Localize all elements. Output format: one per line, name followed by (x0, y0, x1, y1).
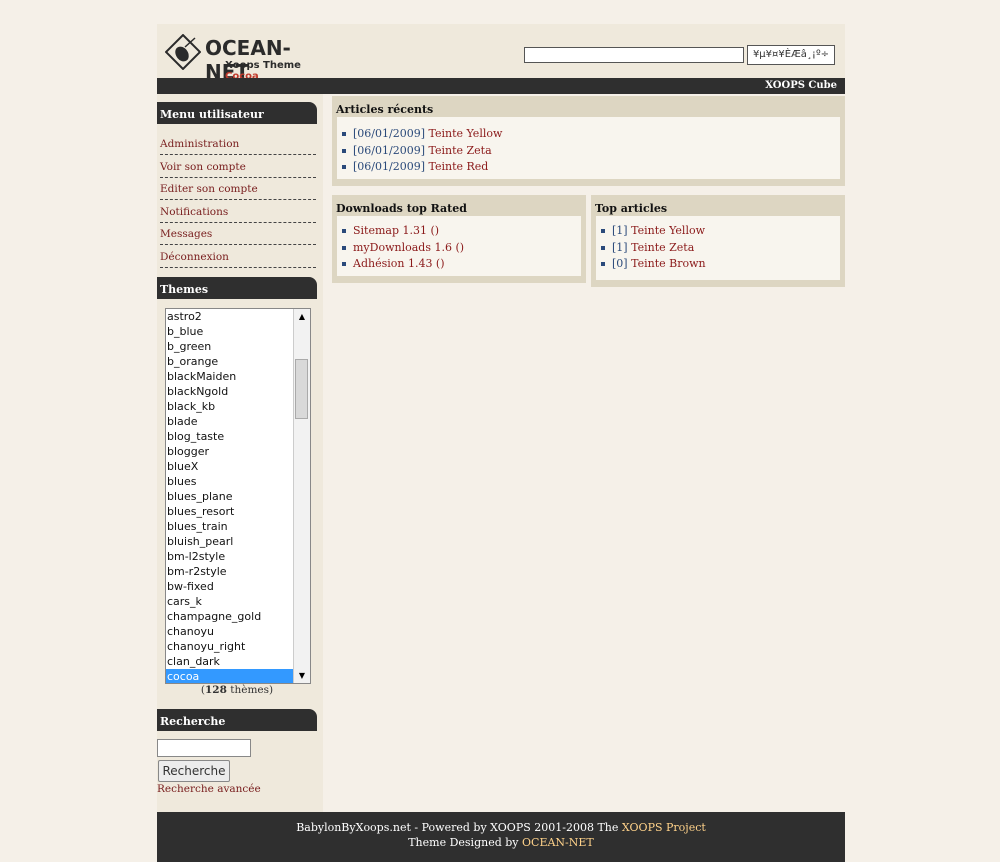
theme-option[interactable]: bm-r2style (166, 564, 293, 579)
user-menu-item[interactable]: Messages (160, 222, 316, 246)
downloads-title: Downloads top Rated (336, 202, 467, 215)
download-link[interactable]: Adhésion 1.43 () (353, 257, 445, 270)
top-bar-label: XOOPS Cube (765, 80, 837, 91)
top-articles-list: [1] Teinte Yellow [1] Teinte Zeta [0] Tein… (596, 216, 840, 273)
top-bar: XOOPS Cube (157, 78, 845, 94)
footer-line-1: BabylonByXoops.net - Powered by XOOPS 20… (157, 821, 845, 834)
article-date: [06/01/2009] (353, 127, 425, 140)
article-date: [06/01/2009] (353, 143, 425, 157)
themes-title: Themes (157, 277, 317, 299)
list-item: Sitemap 1.31 () (337, 223, 581, 240)
theme-option[interactable]: b_blue (166, 324, 293, 339)
user-menu-item[interactable]: Administration (160, 132, 316, 155)
search-button[interactable]: Recherche (158, 760, 230, 782)
list-item: [0] Teinte Brown (596, 256, 840, 273)
user-menu-item[interactable]: Editer son compte (160, 177, 316, 201)
theme-option[interactable]: black_kb (166, 399, 293, 414)
footer-xoops-link[interactable]: XOOPS Project (622, 821, 706, 834)
recent-articles-title: Articles récents (336, 103, 434, 116)
downloads-list: Sitemap 1.31 () myDownloads 1.6 () Adhésio… (337, 216, 581, 273)
theme-count-value: 128 (204, 684, 227, 696)
search-input[interactable] (157, 739, 251, 757)
scroll-up-icon[interactable]: ▲ (294, 309, 310, 324)
recent-articles-block: Articles récents [06/01/2009] Teinte Yel… (332, 96, 845, 186)
list-item: [1] Teinte Yellow (596, 223, 840, 240)
page: OCEAN-NET Xoops Theme Cocoa ¥µ¥¤¥ÈÆâ¸¡º÷… (157, 0, 845, 862)
downloads-block: Downloads top Rated Sitemap 1.31 () myDow… (332, 195, 586, 283)
footer: BabylonByXoops.net - Powered by XOOPS 20… (157, 812, 845, 862)
theme-option[interactable]: chanoyu (166, 624, 293, 639)
recent-articles-body: [06/01/2009] Teinte Yellow [06/01/2009] T… (337, 117, 840, 179)
top-articles-body: [1] Teinte Yellow [1] Teinte Zeta [0] Tein… (596, 216, 840, 280)
footer-line-2: Theme Designed by OCEAN-NET (157, 836, 845, 849)
theme-option[interactable]: blade (166, 414, 293, 429)
list-item: [06/01/2009] Teinte Zeta (337, 143, 840, 160)
theme-option[interactable]: b_orange (166, 354, 293, 369)
theme-option[interactable]: blackMaiden (166, 369, 293, 384)
theme-option[interactable]: bm-l2style (166, 549, 293, 564)
theme-option[interactable]: blog_taste (166, 429, 293, 444)
theme-option[interactable]: blogger (166, 444, 293, 459)
user-menu-item[interactable]: Voir son compte (160, 155, 316, 178)
theme-option[interactable]: champagne_gold (166, 609, 293, 624)
theme-select[interactable]: astro2 b_blue b_green b_orange blackMaiden bl… (165, 308, 311, 684)
theme-option[interactable]: cars_k (166, 594, 293, 609)
downloads-body: Sitemap 1.31 () myDownloads 1.6 () Adhésio… (337, 216, 581, 276)
list-item: [06/01/2009] Teinte Red (337, 159, 840, 176)
list-item: [06/01/2009] Teinte Yellow (337, 126, 840, 143)
theme-option[interactable]: blues_plane (166, 489, 293, 504)
theme-scrollbar[interactable]: ▲ ▼ (293, 309, 310, 683)
theme-option[interactable]: blackNgold (166, 384, 293, 399)
theme-option[interactable]: bluish_pearl (166, 534, 293, 549)
top-articles-block: Top articles [1] Teinte Yellow [1] Teinte… (591, 195, 845, 287)
theme-option[interactable]: blues_train (166, 519, 293, 534)
advanced-search-link[interactable]: Recherche avancée (157, 783, 261, 795)
theme-options: astro2 b_blue b_green b_orange blackMaiden bl… (166, 309, 310, 683)
theme-option[interactable]: blues_resort (166, 504, 293, 519)
user-menu-item[interactable]: Déconnexion (160, 245, 316, 268)
list-item: myDownloads 1.6 () (337, 240, 581, 257)
footer-oceannet-link[interactable]: OCEAN-NET (522, 836, 594, 849)
list-item: [1] Teinte Zeta (596, 240, 840, 257)
search-block-title: Recherche (157, 709, 317, 731)
article-link[interactable]: Teinte Yellow (428, 127, 502, 140)
theme-option[interactable]: blueX (166, 459, 293, 474)
site-search-input[interactable] (524, 47, 744, 63)
article-link[interactable]: Teinte Red (428, 160, 488, 173)
theme-option[interactable]: cocoa (166, 669, 293, 683)
recent-articles-list: [06/01/2009] Teinte Yellow [06/01/2009] T… (337, 117, 840, 176)
top-articles-title: Top articles (595, 202, 668, 215)
user-menu-item[interactable]: Notifications (160, 200, 316, 223)
article-rank: [1] (612, 224, 628, 237)
article-rank: [0] (612, 257, 628, 270)
theme-option[interactable]: astro2 (166, 309, 293, 324)
logo-mouse-icon (165, 34, 201, 70)
header: OCEAN-NET Xoops Theme Cocoa ¥µ¥¤¥ÈÆâ¸¡º÷ (157, 24, 845, 84)
theme-option[interactable]: bw-fixed (166, 579, 293, 594)
theme-option[interactable]: clan_dark (166, 654, 293, 669)
article-link[interactable]: Teinte Yellow (631, 224, 705, 237)
download-link[interactable]: myDownloads 1.6 () (353, 241, 464, 254)
user-menu-title: Menu utilisateur (157, 102, 317, 124)
article-link[interactable]: Teinte Brown (631, 257, 706, 270)
logo-sub-prefix: Xoops Theme (225, 60, 301, 71)
scroll-down-icon[interactable]: ▼ (294, 668, 310, 683)
theme-count-suffix: thèmes (226, 684, 269, 696)
site-search-button[interactable]: ¥µ¥¤¥ÈÆâ¸¡º÷ (747, 45, 835, 65)
article-rank: [1] (612, 240, 628, 254)
left-sidebar: Menu utilisateur Administration Voir son … (157, 94, 323, 812)
scroll-thumb[interactable] (295, 359, 308, 419)
footer-text-2: Theme Designed by (408, 836, 523, 849)
list-item: Adhésion 1.43 () (337, 256, 581, 273)
logo[interactable]: OCEAN-NET Xoops Theme Cocoa (165, 32, 325, 84)
theme-count: (128 thèmes) (200, 684, 274, 696)
download-link[interactable]: Sitemap 1.31 () (353, 224, 439, 237)
theme-option[interactable]: chanoyu_right (166, 639, 293, 654)
article-link[interactable]: Teinte Zeta (631, 241, 694, 254)
article-link[interactable]: Teinte Zeta (428, 144, 491, 157)
footer-text-1: BabylonByXoops.net - Powered by XOOPS 20… (296, 821, 622, 834)
theme-option[interactable]: blues (166, 474, 293, 489)
theme-option[interactable]: b_green (166, 339, 293, 354)
article-date: [06/01/2009] (353, 160, 425, 173)
